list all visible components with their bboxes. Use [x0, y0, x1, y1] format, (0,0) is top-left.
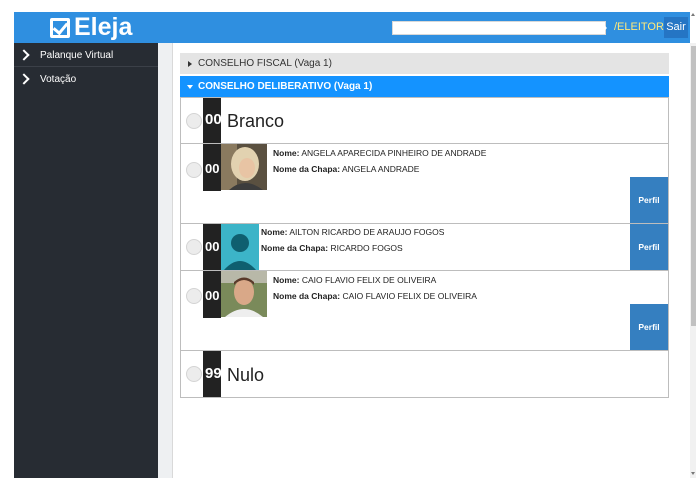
candidate-name: Branco	[227, 111, 285, 131]
app-root: Eleja /ELEITOR Sair Palanque Virtual Vot…	[0, 0, 696, 478]
candidate-card-caio[interactable]: 00 Nome: CAIO FLAVIO FELIX DE OLIVEIRA N…	[180, 270, 669, 351]
candidate-card-angela[interactable]: 00 Nome: ANGELA APARECIDA PINHEIRO DE AN…	[180, 143, 669, 224]
candidate-card-ailton[interactable]: 00 Nome: AILTON RICARDO DE ARAUJO FOGOS …	[180, 223, 669, 271]
candidate-number: 99	[203, 351, 222, 397]
name-label: Nome:	[273, 148, 300, 158]
candidate-number: 00	[203, 271, 221, 318]
chevron-right-icon	[20, 50, 34, 60]
candidate-details: Nome: AILTON RICARDO DE ARAUJO FOGOS Nom…	[261, 224, 444, 256]
top-header: Eleja /ELEITOR Sair	[14, 12, 690, 43]
slate-label: Nome da Chapa:	[261, 243, 329, 253]
logout-button[interactable]: Sair	[664, 17, 688, 38]
candidate-full-name: AILTON RICARDO DE ARAUJO FOGOS	[289, 227, 445, 237]
candidate-full-name: ANGELA APARECIDA PINHEIRO DE ANDRADE	[301, 148, 487, 158]
sidebar-item-palanque-virtual[interactable]: Palanque Virtual	[14, 45, 158, 65]
chevron-right-icon	[20, 74, 34, 84]
vote-radio-caio[interactable]	[186, 288, 202, 304]
scroll-down-arrow-icon[interactable]	[691, 472, 695, 475]
caret-right-icon	[602, 23, 607, 33]
accordion-conselho-fiscal[interactable]: CONSELHO FISCAL (Vaga 1)	[180, 53, 669, 74]
slate-label: Nome da Chapa:	[273, 164, 341, 174]
candidate-slate-name: RICARDO FOGOS	[330, 243, 403, 253]
page-edge	[0, 0, 14, 478]
sidebar-item-votacao[interactable]: Votação	[14, 69, 158, 89]
candidate-photo-placeholder	[221, 224, 259, 270]
candidate-name: Nulo	[227, 365, 265, 385]
candidate-photo-caio	[221, 271, 267, 317]
candidate-card-branco[interactable]: 00 Branco	[180, 97, 669, 144]
candidate-slate-name: ANGELA ANDRADE	[341, 164, 420, 174]
candidate-number-text: 00	[205, 239, 220, 254]
app-logo[interactable]: Eleja	[50, 13, 133, 41]
caret-right-icon	[180, 60, 198, 68]
candidate-details: Nome: CAIO FLAVIO FELIX DE OLIVEIRA Nome…	[273, 272, 477, 304]
scroll-up-arrow-icon[interactable]	[691, 13, 695, 16]
content-gutter	[158, 43, 172, 478]
sidebar-item-label: Votação	[40, 73, 77, 85]
profile-button-angela[interactable]: Perfil	[630, 177, 668, 224]
sidebar-divider	[14, 66, 158, 67]
user-role: /ELEITOR	[614, 21, 664, 33]
accordion-label: CONSELHO FISCAL (Vaga 1)	[198, 58, 332, 69]
vote-radio-nulo[interactable]	[186, 366, 202, 382]
user-name-field	[392, 21, 606, 35]
candidate-number: 00	[203, 224, 221, 270]
checkbox-logo-icon	[50, 17, 70, 38]
candidate-slate-name: CAIO FLAVIO FELIX DE OLIVEIRA	[342, 291, 477, 301]
candidate-number-text: 00	[205, 288, 220, 303]
profile-button-ailton[interactable]: Perfil	[630, 224, 668, 270]
accordion-label: CONSELHO DELIBERATIVO (Vaga 1)	[198, 81, 373, 92]
scrollbar-thumb[interactable]	[691, 46, 696, 326]
candidate-card-nulo[interactable]: 99 Nulo	[180, 350, 669, 398]
vote-radio-angela[interactable]	[186, 162, 202, 178]
candidate-number: 00	[203, 98, 222, 143]
vote-radio-ailton[interactable]	[186, 239, 202, 255]
slate-label: Nome da Chapa:	[273, 291, 341, 301]
candidate-number-text: 00	[205, 111, 222, 128]
profile-button-caio[interactable]: Perfil	[630, 304, 668, 351]
sidebar-item-label: Palanque Virtual	[40, 49, 114, 61]
name-label: Nome:	[261, 227, 288, 237]
caret-down-icon	[180, 83, 198, 91]
candidate-details: Nome: ANGELA APARECIDA PINHEIRO DE ANDRA…	[273, 145, 486, 177]
candidate-number-text: 99	[205, 365, 222, 382]
logo-text: Eleja	[74, 13, 133, 41]
candidate-photo-angela	[221, 144, 267, 190]
accordion-conselho-deliberativo[interactable]: CONSELHO DELIBERATIVO (Vaga 1)	[180, 76, 669, 97]
sidebar: Palanque Virtual Votação	[14, 43, 158, 478]
candidate-full-name: CAIO FLAVIO FELIX DE OLIVEIRA	[301, 275, 437, 285]
candidate-number-text: 00	[205, 161, 220, 176]
candidate-number: 00	[203, 144, 221, 191]
name-label: Nome:	[273, 275, 300, 285]
vote-radio-branco[interactable]	[186, 113, 202, 129]
